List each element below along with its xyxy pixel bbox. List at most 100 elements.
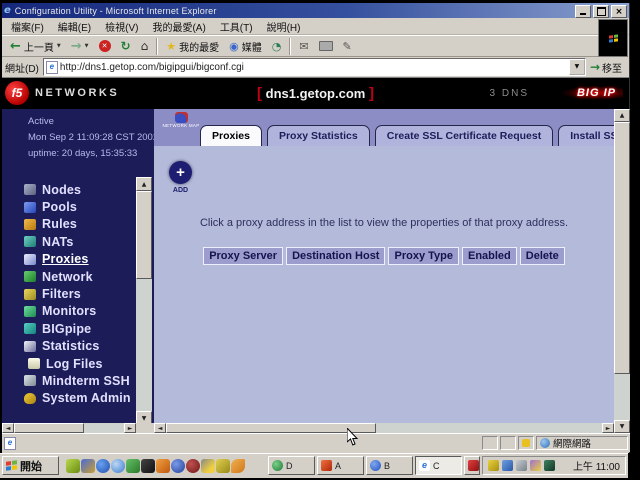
sidebar-item-proxies[interactable]: Proxies [24, 251, 131, 268]
sidebar-item-rules[interactable]: Rules [24, 216, 131, 233]
address-dropdown-button[interactable]: ▼ [569, 59, 585, 75]
sidebar-item-system-admin[interactable]: System Admin [24, 390, 131, 407]
scrollbar-thumb[interactable] [14, 423, 84, 433]
filters-icon [24, 289, 36, 300]
edit-button[interactable]: ✎ [338, 36, 357, 56]
column-proxy-type[interactable]: Proxy Type [388, 247, 459, 265]
tray-icon-5[interactable] [544, 460, 555, 471]
column-delete[interactable]: Delete [520, 247, 565, 265]
favorites-icon: ★ [166, 40, 176, 53]
media-button[interactable]: ◉ 媒體 [224, 36, 267, 56]
quicklaunch-icon-8[interactable] [171, 459, 185, 473]
sidebar-item-mindterm-ssh[interactable]: Mindterm SSH [24, 372, 131, 389]
column-destination-host[interactable]: Destination Host [286, 247, 385, 265]
sidebar-item-network[interactable]: Network [24, 268, 131, 285]
status-datetime: Mon Sep 2 11:09:28 CST 2002 [28, 130, 154, 146]
browser-status-bar: e 網際網路 [2, 433, 630, 452]
history-button[interactable]: ◔ [267, 36, 287, 56]
task-button-2[interactable]: A [317, 456, 364, 475]
sidebar-item-filters[interactable]: Filters [24, 285, 131, 302]
go-button[interactable]: → 移至 [586, 58, 626, 76]
home-button[interactable]: ⌂ [136, 36, 154, 56]
back-icon: ← [10, 40, 21, 53]
start-button[interactable]: 開始 [2, 456, 59, 475]
scrollbar-thumb[interactable] [166, 423, 376, 433]
task-button-5[interactable]: M [464, 456, 480, 475]
mail-button[interactable]: ✉ [294, 36, 313, 56]
log-files-icon [28, 358, 40, 369]
add-button[interactable]: + [169, 161, 192, 184]
close-button[interactable]: × [611, 5, 627, 18]
menu-tools[interactable]: 工具(T) [213, 18, 260, 35]
quicklaunch-icon-5[interactable] [126, 459, 140, 473]
quicklaunch-icon-6[interactable] [141, 459, 155, 473]
sidebar-item-nats[interactable]: NATs [24, 233, 131, 250]
f5-logo[interactable]: f5 [5, 81, 29, 105]
scroll-left-icon[interactable]: ◄ [2, 423, 14, 433]
quicklaunch-icon-7[interactable] [156, 459, 170, 473]
sidebar-item-nodes[interactable]: Nodes [24, 181, 131, 198]
minimize-button[interactable] [575, 5, 591, 18]
task-button-1[interactable]: D [268, 456, 315, 475]
content-hscrollbar[interactable]: ◄ ► [154, 423, 614, 433]
quicklaunch-icon-9[interactable] [186, 459, 200, 473]
instruction-text: Click a proxy address in the list to vie… [154, 217, 614, 229]
mouse-cursor [347, 428, 359, 447]
menu-edit[interactable]: 編輯(E) [51, 18, 98, 35]
print-button[interactable] [314, 36, 338, 56]
scroll-right-icon[interactable]: ► [124, 423, 136, 433]
column-enabled[interactable]: Enabled [462, 247, 517, 265]
sidebar-item-log-files[interactable]: Log Files [24, 355, 131, 372]
column-proxy-server[interactable]: Proxy Server [203, 247, 283, 265]
sidebar-scrollbar[interactable]: ▲ ▼ [136, 177, 152, 425]
scroll-up-icon[interactable]: ▲ [136, 177, 152, 191]
sidebar-item-statistics[interactable]: Statistics [24, 338, 131, 355]
restore-button[interactable] [593, 5, 609, 18]
scroll-up-icon[interactable]: ▲ [614, 109, 630, 122]
scroll-down-icon[interactable]: ▼ [614, 420, 630, 433]
scroll-right-icon[interactable]: ► [602, 423, 614, 433]
address-input[interactable] [58, 60, 569, 74]
quicklaunch-icon-12[interactable] [231, 459, 245, 473]
favorites-label: 我的最愛 [179, 39, 219, 54]
quicklaunch-icon-3[interactable] [96, 459, 110, 473]
tab-strip: NETWORK MAP Proxies Proxy Statistics Cre… [154, 109, 614, 146]
sidebar-item-pools[interactable]: Pools [24, 198, 131, 215]
content-scrollbar[interactable]: ▲ ▼ [614, 109, 630, 433]
sidebar-item-bigpipe[interactable]: BIGpipe [24, 320, 131, 337]
menu-view[interactable]: 檢視(V) [98, 18, 145, 35]
scrollbar-thumb[interactable] [136, 191, 152, 279]
taskbar-clock[interactable]: 上午 11:00 [573, 458, 620, 473]
refresh-button[interactable]: ↻ [116, 36, 136, 56]
tab-install-ssl-certificate[interactable]: Install SSL Certif [558, 125, 614, 146]
scroll-left-icon[interactable]: ◄ [154, 423, 166, 433]
favorites-button[interactable]: ★ 我的最愛 [161, 36, 224, 56]
scrollbar-thumb[interactable] [614, 122, 630, 374]
tray-icon-1[interactable] [488, 460, 499, 471]
tray-icon-2[interactable] [502, 460, 513, 471]
internet-zone-icon [540, 438, 550, 448]
quicklaunch-icon-2[interactable] [81, 459, 95, 473]
tab-proxy-statistics[interactable]: Proxy Statistics [267, 125, 370, 146]
tray-icon-4[interactable] [530, 460, 541, 471]
tray-icon-3[interactable] [516, 460, 527, 471]
menu-favorites[interactable]: 我的最愛(A) [145, 18, 212, 35]
product-bigip-label: BIG IP [577, 87, 616, 99]
task-button-4-active[interactable]: e C [415, 456, 462, 475]
forward-button[interactable]: → ▼ [66, 36, 94, 56]
pools-icon [24, 202, 36, 213]
quicklaunch-icon-11[interactable] [216, 459, 230, 473]
tab-create-ssl-certificate-request[interactable]: Create SSL Certificate Request [375, 125, 553, 146]
sidebar-hscrollbar[interactable]: ◄ ► [2, 423, 136, 433]
menu-file[interactable]: 檔案(F) [4, 18, 51, 35]
stop-button[interactable]: ✕ [94, 36, 116, 56]
back-button[interactable]: ← 上一頁 ▼ [5, 36, 66, 56]
menu-help[interactable]: 說明(H) [260, 18, 308, 35]
quicklaunch-icon-4[interactable] [111, 459, 125, 473]
network-map-button[interactable]: NETWORK MAP [159, 112, 203, 129]
task-button-3[interactable]: B [366, 456, 413, 475]
sidebar-item-monitors[interactable]: Monitors [24, 303, 131, 320]
quicklaunch-icon-10[interactable] [201, 459, 215, 473]
quicklaunch-icon-1[interactable] [66, 459, 80, 473]
tab-proxies[interactable]: Proxies [200, 125, 262, 146]
